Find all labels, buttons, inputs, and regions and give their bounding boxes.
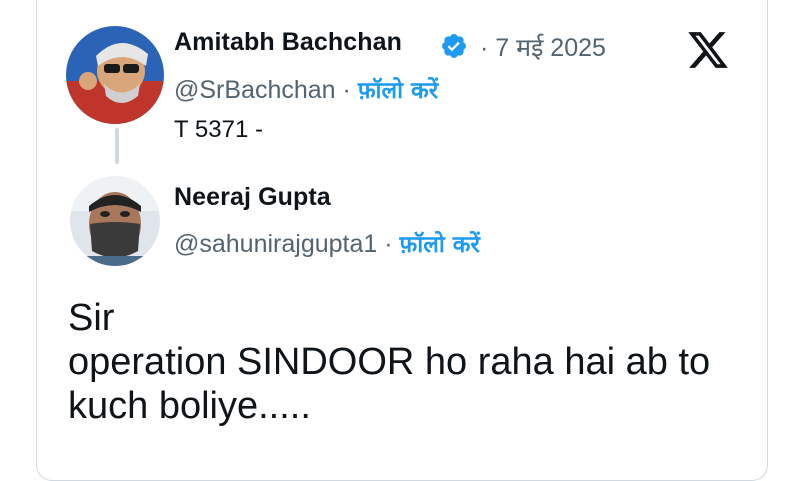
author-handle-row: @SrBachchan · फ़ॉलो करें: [174, 73, 438, 105]
thread-connector: [115, 128, 119, 164]
reply-follow-button[interactable]: फ़ॉलो करें: [400, 232, 480, 258]
x-logo-icon[interactable]: [686, 28, 730, 72]
reply-text: Sir operation SINDOOR ho raha hai ab to …: [68, 297, 711, 427]
reply-author-handle[interactable]: @sahunirajgupta1: [174, 230, 377, 258]
avatar-neeraj[interactable]: [70, 176, 160, 266]
author-handle[interactable]: @SrBachchan: [174, 76, 336, 104]
reply-author-name[interactable]: Neeraj Gupta: [174, 183, 331, 212]
follow-button[interactable]: फ़ॉलो करें: [358, 78, 438, 104]
separator-dot: ·: [384, 230, 393, 258]
separator-dot: ·: [342, 76, 351, 104]
verified-badge-icon: [442, 34, 466, 58]
reply-handle-row: @sahunirajgupta1 · फ़ॉलो करें: [174, 227, 480, 259]
avatar-amitabh[interactable]: [66, 26, 164, 124]
original-post-text: T 5371 -: [174, 116, 263, 143]
post-date[interactable]: · 7 मई 2025: [480, 30, 606, 64]
author-name[interactable]: Amitabh Bachchan: [174, 28, 402, 57]
